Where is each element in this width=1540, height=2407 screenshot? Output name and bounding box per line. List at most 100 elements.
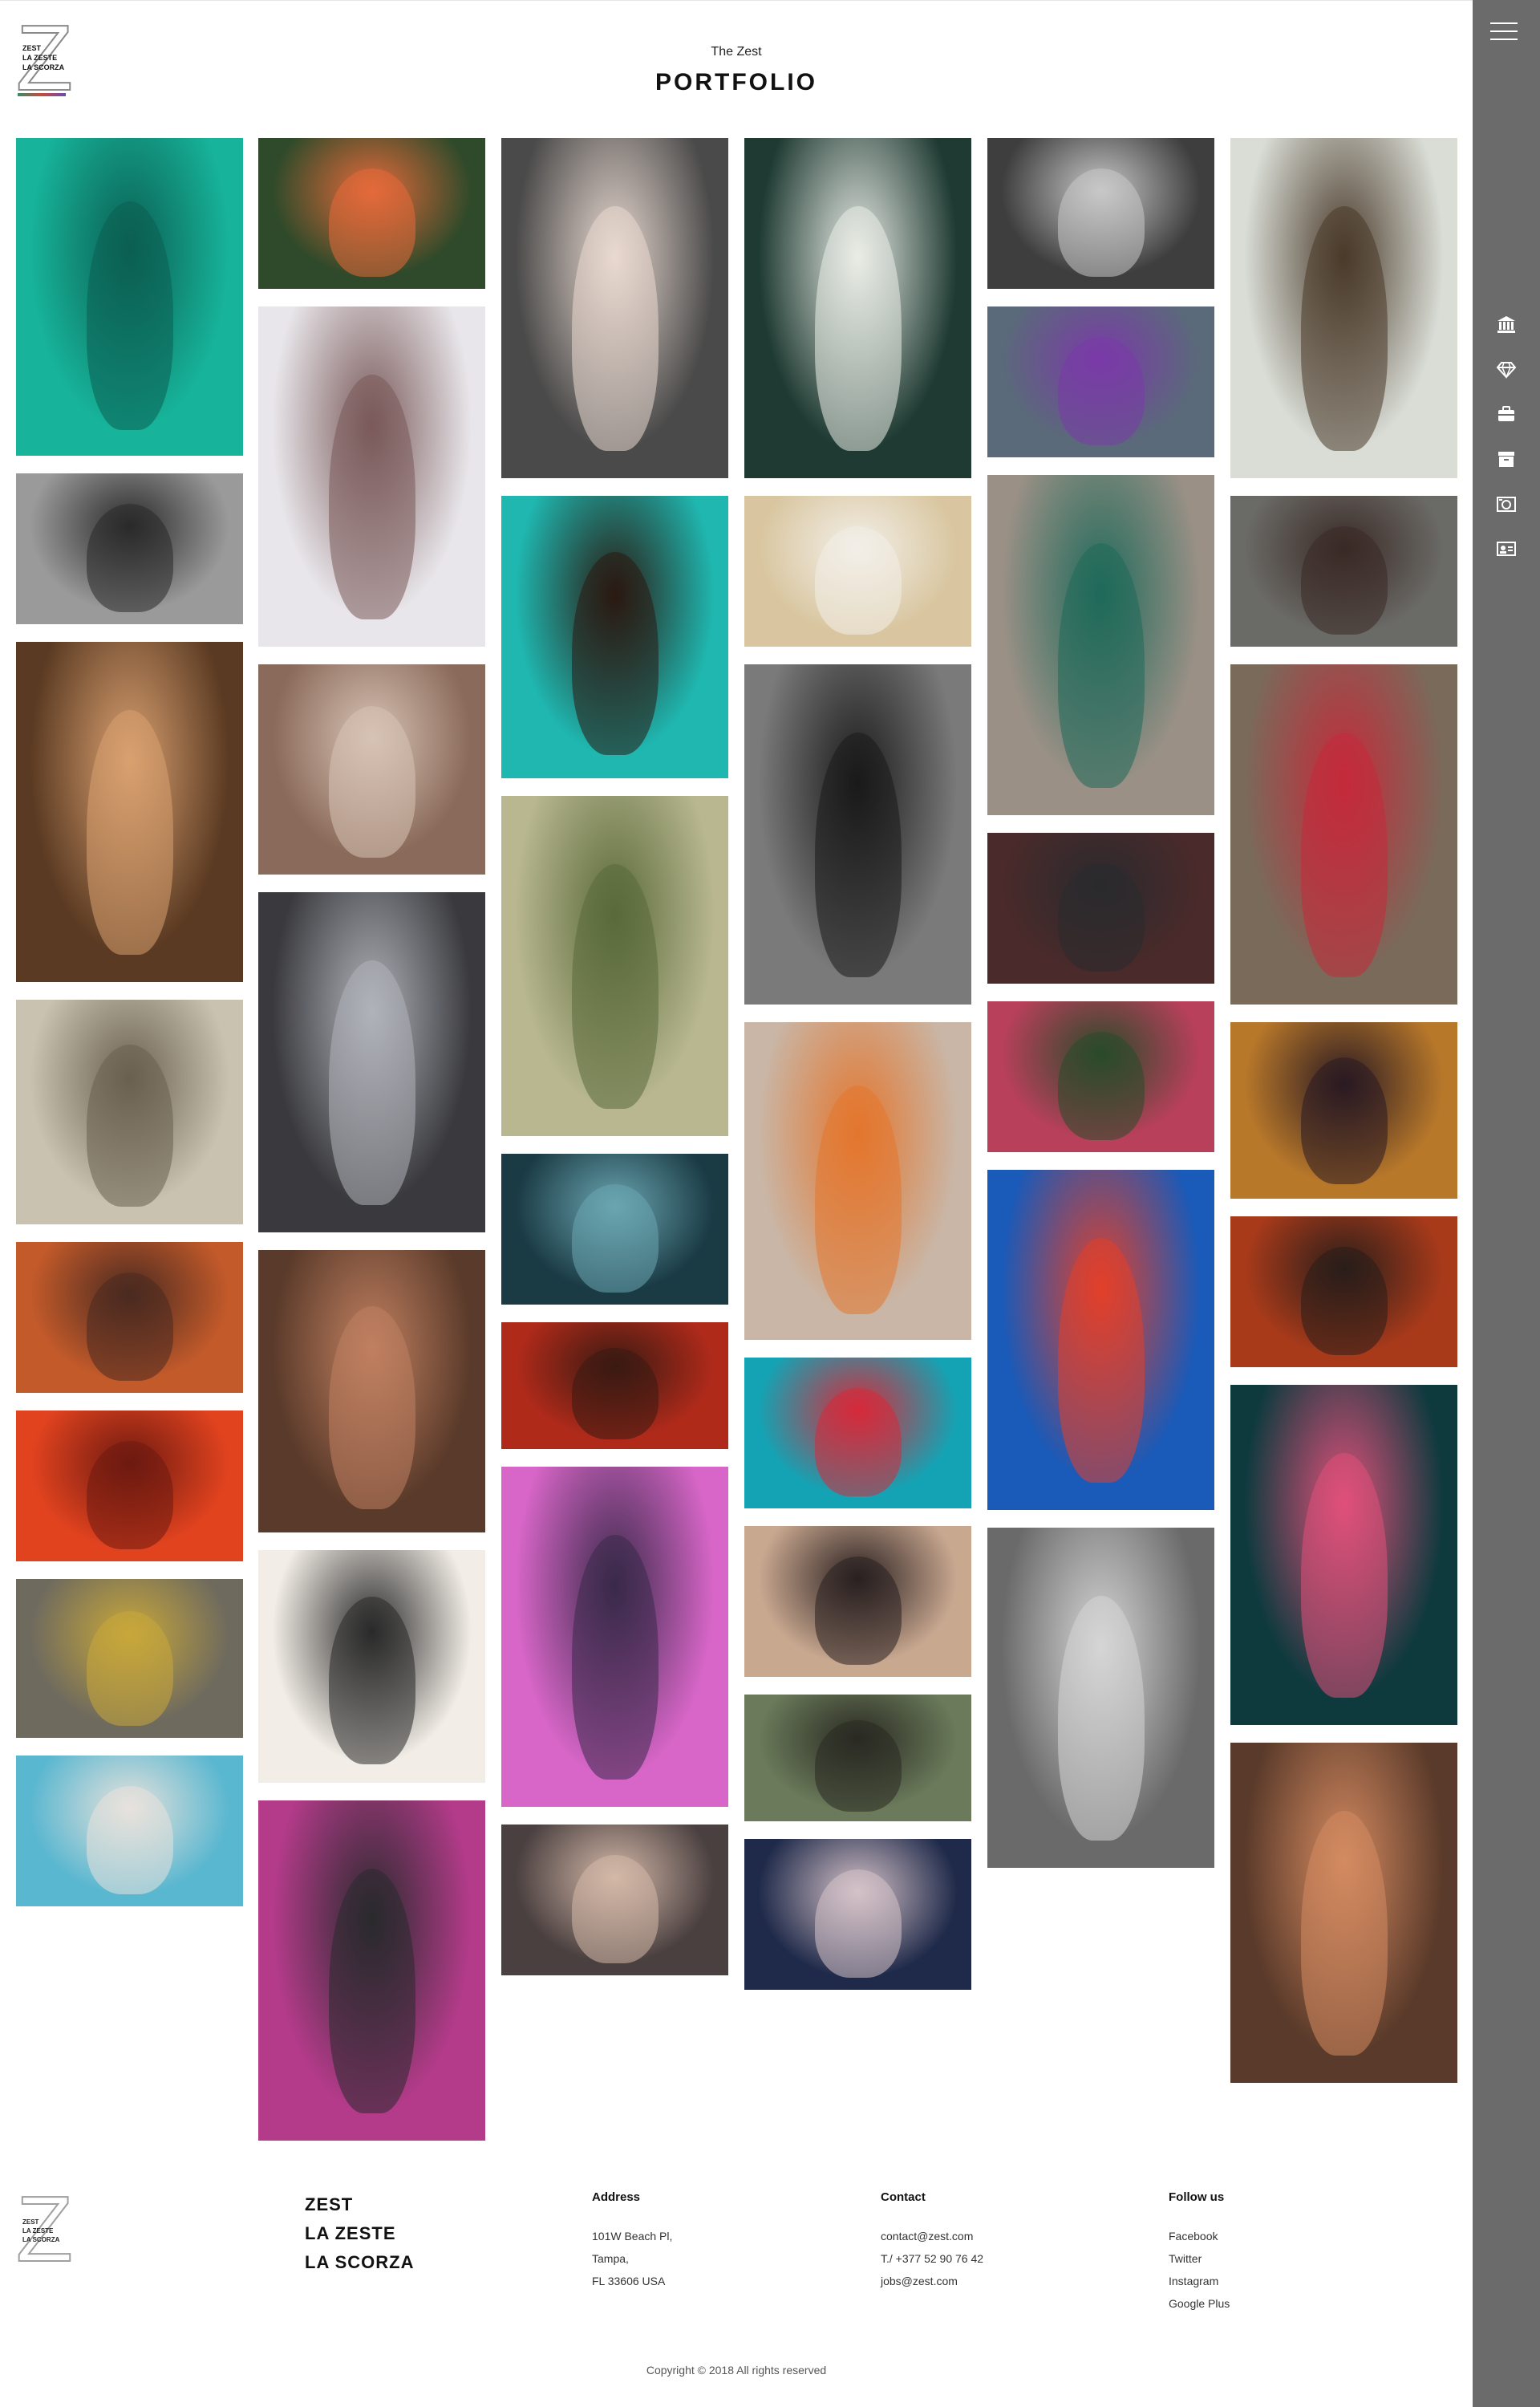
hamburger-menu-icon[interactable]	[1490, 21, 1518, 42]
gallery-photo[interactable]	[16, 473, 243, 624]
footer-logo[interactable]: Z ZEST LA ZESTE LA SCORZA	[15, 2182, 74, 2276]
gallery-photo[interactable]	[744, 1022, 971, 1340]
gallery-photo[interactable]	[744, 1695, 971, 1821]
contact-phone-link[interactable]: T./ +377 52 90 76 42	[881, 2247, 983, 2270]
gallery-photo[interactable]	[258, 1800, 485, 2141]
photo-subject-silhouette	[1300, 1247, 1388, 1355]
gallery-photo[interactable]	[987, 1528, 1214, 1868]
footer-address: Address 101W Beach Pl, Tampa, FL 33606 U…	[592, 2190, 672, 2292]
gallery-photo[interactable]	[987, 1001, 1214, 1152]
photo-subject-silhouette	[328, 706, 415, 858]
gallery-photo[interactable]	[16, 138, 243, 456]
id-card-icon[interactable]	[1473, 526, 1540, 571]
photo-subject-silhouette	[1057, 1596, 1145, 1841]
address-line: 101W Beach Pl,	[592, 2230, 673, 2243]
gallery-photo[interactable]	[258, 306, 485, 647]
gallery-photo[interactable]	[258, 1550, 485, 1783]
photo-subject-silhouette	[571, 864, 659, 1109]
archive-icon[interactable]	[1473, 436, 1540, 481]
address-line: Tampa,	[592, 2252, 629, 2265]
photo-subject-silhouette	[1057, 863, 1145, 972]
gallery-photo[interactable]	[744, 138, 971, 478]
gallery-column	[16, 138, 243, 1924]
photo-subject-silhouette	[814, 526, 902, 635]
page-footer: Z ZEST LA ZESTE LA SCORZA ZEST LA ZESTE …	[0, 2166, 1473, 2407]
gallery-column	[258, 138, 485, 2158]
address-line: FL 33606 USA	[592, 2275, 666, 2287]
gallery-photo[interactable]	[501, 138, 728, 478]
gallery-photo[interactable]	[1230, 1385, 1457, 1725]
gallery-photo[interactable]	[258, 138, 485, 289]
contact-email-link[interactable]: contact@zest.com	[881, 2225, 983, 2247]
gallery-photo[interactable]	[16, 1000, 243, 1224]
gallery-photo[interactable]	[1230, 1022, 1457, 1199]
photo-subject-silhouette	[1300, 733, 1388, 977]
gallery-photo[interactable]	[16, 1579, 243, 1738]
gallery-column	[501, 138, 728, 1993]
gallery-photo[interactable]	[258, 1250, 485, 1532]
gallery-column	[744, 138, 971, 2007]
brand-line: ZEST	[305, 2194, 354, 2214]
photo-subject-silhouette	[86, 710, 173, 955]
gallery-photo[interactable]	[987, 138, 1214, 289]
photo-subject-silhouette	[814, 733, 902, 977]
diamond-icon[interactable]	[1473, 347, 1540, 392]
top-divider	[0, 0, 1473, 1]
photo-subject-silhouette	[328, 1869, 415, 2113]
logo-text: ZEST LA ZESTE LA SCORZA	[22, 2218, 59, 2244]
gallery-photo[interactable]	[16, 642, 243, 982]
gallery-photo[interactable]	[16, 1242, 243, 1393]
gallery-photo[interactable]	[501, 796, 728, 1136]
gallery-photo[interactable]	[1230, 1216, 1457, 1367]
twitter-link[interactable]: Twitter	[1169, 2247, 1230, 2270]
photo-subject-silhouette	[571, 1535, 659, 1780]
gallery-photo[interactable]	[1230, 1743, 1457, 2083]
briefcase-icon[interactable]	[1473, 392, 1540, 436]
gallery-photo[interactable]	[501, 1322, 728, 1449]
bank-icon[interactable]	[1473, 302, 1540, 347]
gallery-photo[interactable]	[744, 1526, 971, 1677]
gallery-photo[interactable]	[987, 306, 1214, 457]
gallery-photo[interactable]	[501, 1467, 728, 1807]
gallery-photo[interactable]	[501, 496, 728, 778]
gallery-photo[interactable]	[744, 664, 971, 1005]
logo-line: LA ZESTE	[22, 2227, 54, 2234]
photo-subject-silhouette	[814, 1869, 902, 1978]
google-plus-link[interactable]: Google Plus	[1169, 2292, 1230, 2315]
gallery-photo[interactable]	[501, 1825, 728, 1975]
photo-subject-silhouette	[86, 504, 173, 612]
photo-subject-silhouette	[86, 1786, 173, 1894]
gallery-photo[interactable]	[1230, 664, 1457, 1005]
photo-subject-silhouette	[814, 1086, 902, 1314]
copyright: Copyright © 2018 All rights reserved	[646, 2364, 827, 2377]
gallery-photo[interactable]	[16, 1411, 243, 1561]
photo-subject-silhouette	[328, 168, 415, 277]
gallery-photo[interactable]	[16, 1756, 243, 1906]
photo-subject-silhouette	[86, 1273, 173, 1381]
gallery-photo[interactable]	[987, 475, 1214, 815]
gallery-photo[interactable]	[744, 1358, 971, 1508]
logo-line: ZEST	[22, 2218, 39, 2226]
gallery-photo[interactable]	[1230, 496, 1457, 647]
jobs-email-link[interactable]: jobs@zest.com	[881, 2270, 983, 2292]
gallery-photo[interactable]	[258, 892, 485, 1232]
photo-subject-silhouette	[571, 552, 659, 755]
gallery-photo[interactable]	[744, 1839, 971, 1990]
gallery-photo[interactable]	[744, 496, 971, 647]
gallery-photo[interactable]	[987, 833, 1214, 984]
photo-subject-silhouette	[328, 375, 415, 619]
footer-social: Follow us Facebook Twitter Instagram Goo…	[1169, 2190, 1230, 2315]
gallery-photo[interactable]	[1230, 138, 1457, 478]
gallery-photo[interactable]	[501, 1154, 728, 1305]
photo-subject-silhouette	[814, 1557, 902, 1665]
instagram-link[interactable]: Instagram	[1169, 2270, 1230, 2292]
photo-subject-silhouette	[1300, 1811, 1388, 2056]
camera-icon[interactable]	[1473, 481, 1540, 526]
portfolio-gallery	[16, 138, 1457, 2141]
gallery-photo[interactable]	[258, 664, 485, 875]
facebook-link[interactable]: Facebook	[1169, 2225, 1230, 2247]
photo-subject-silhouette	[328, 1306, 415, 1509]
photo-subject-silhouette	[328, 1597, 415, 1764]
photo-subject-silhouette	[328, 960, 415, 1205]
gallery-photo[interactable]	[987, 1170, 1214, 1510]
